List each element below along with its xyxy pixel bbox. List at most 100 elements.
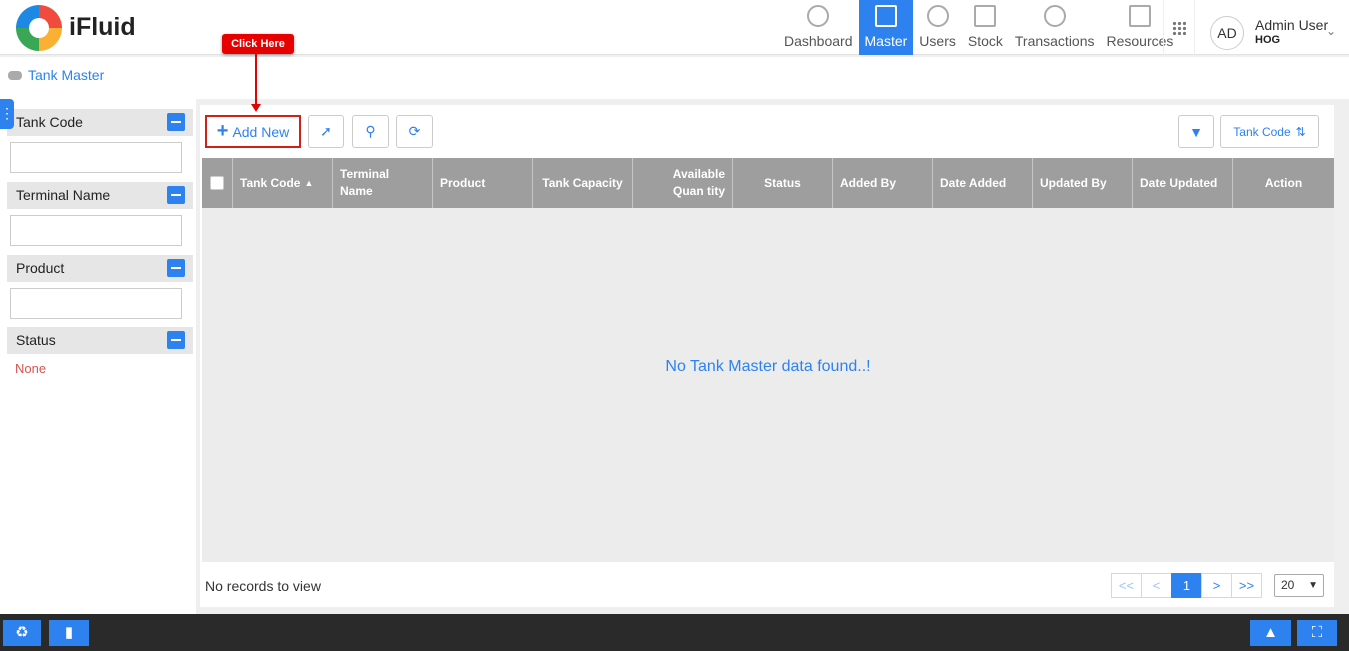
bookmark-button[interactable]: ▮ (49, 620, 89, 646)
breadcrumb-bar: Tank Master (0, 57, 1349, 99)
col-available-quantity[interactable]: Available Quan tity (633, 158, 733, 208)
collapse-icon[interactable] (167, 331, 185, 349)
col-tank-capacity[interactable]: Tank Capacity (533, 158, 633, 208)
recycle-icon: ♻ (15, 624, 29, 641)
sidebar-toggle-icon[interactable]: ⋮ (0, 99, 14, 129)
filter-label: Terminal Name (16, 187, 111, 203)
bottom-bar: ♻ ▮ ▲ ⛶ (0, 614, 1349, 651)
funnel-icon: ▼ (1189, 123, 1203, 140)
col-date-added[interactable]: Date Added (933, 158, 1033, 208)
column-header: Added By (840, 175, 897, 190)
recycle-button[interactable]: ♻ (3, 620, 41, 646)
col-tank-code[interactable]: Tank Code ▲ (233, 158, 333, 208)
nav-users[interactable]: Users (913, 0, 962, 55)
tank-code-input[interactable] (10, 142, 182, 173)
col-product[interactable]: Product (433, 158, 533, 208)
page-1-button[interactable]: 1 (1171, 573, 1202, 598)
filter-status: Status None (7, 327, 193, 376)
add-new-button[interactable]: + Add New (205, 115, 301, 148)
col-action: Action (1233, 158, 1334, 208)
fullscreen-icon: ⛶ (1311, 624, 1323, 641)
col-date-updated[interactable]: Date Updated (1133, 158, 1233, 208)
main-nav: Dashboard Master Users Stock Transaction… (778, 0, 1179, 55)
column-header: Updated By (1040, 175, 1107, 190)
arrow-head-icon (251, 104, 261, 112)
app-grid-button[interactable] (1163, 0, 1195, 55)
next-page-button[interactable]: > (1201, 573, 1232, 598)
ifluid-logo-icon (16, 5, 62, 51)
filter-product: Product (7, 255, 193, 319)
collapse-icon[interactable] (167, 186, 185, 204)
first-page-button[interactable]: << (1111, 573, 1142, 598)
sort-icon: ▲ (304, 177, 314, 188)
collapse-icon[interactable] (167, 259, 185, 277)
product-input[interactable] (10, 288, 182, 319)
column-header: Date Updated (1140, 175, 1218, 190)
resources-icon (1128, 5, 1151, 27)
brand-name: iFluid (69, 13, 136, 41)
column-header: Tank Code (240, 175, 301, 190)
top-navbar: iFluid Dashboard Master Users Stock Tran… (0, 0, 1349, 55)
nav-master-label: Master (864, 33, 908, 49)
sort-button[interactable]: Tank Code ⇅ (1220, 115, 1319, 148)
column-header: Available Quan tity (672, 167, 725, 198)
prev-page-button[interactable]: < (1141, 573, 1172, 598)
avatar[interactable]: AD (1210, 16, 1244, 50)
breadcrumb: Tank Master (8, 67, 104, 83)
dashboard-icon (807, 5, 830, 27)
export-icon: ➚ (320, 123, 332, 139)
filter-terminal-name: Terminal Name (7, 182, 193, 246)
nav-stock-label: Stock (967, 33, 1003, 49)
user-name[interactable]: Admin User (1255, 17, 1328, 33)
nav-dashboard-label: Dashboard (784, 33, 853, 49)
transactions-icon (1043, 5, 1066, 27)
fire-icon: ▲ (1263, 624, 1278, 641)
collapse-icon[interactable] (167, 113, 185, 131)
fullscreen-button[interactable]: ⛶ (1297, 620, 1337, 646)
search-icon: ⚲ (365, 123, 376, 139)
terminal-name-input[interactable] (10, 215, 182, 246)
plus-icon: + (216, 120, 229, 142)
nav-transactions[interactable]: Transactions (1009, 0, 1101, 55)
refresh-button[interactable]: ⟳ (396, 115, 433, 148)
col-status[interactable]: Status (733, 158, 833, 208)
pagination: << < 1 > >> (1111, 573, 1262, 598)
col-updated-by[interactable]: Updated By (1033, 158, 1133, 208)
select-all-checkbox[interactable] (210, 176, 224, 190)
filter-label: Status (16, 332, 56, 348)
bookmark-icon: ▮ (64, 624, 74, 641)
stock-icon (974, 5, 997, 27)
nav-stock[interactable]: Stock (962, 0, 1009, 55)
sort-ascending-icon: ⇅ (1295, 124, 1306, 139)
nav-dashboard[interactable]: Dashboard (778, 0, 859, 55)
status-none-option[interactable]: None (15, 361, 193, 376)
click-here-callout: Click Here (222, 34, 294, 54)
last-page-button[interactable]: >> (1231, 573, 1262, 598)
nav-users-label: Users (919, 33, 956, 49)
nav-master[interactable]: Master (858, 0, 914, 55)
col-terminal-name[interactable]: Terminal Name (333, 158, 433, 208)
column-header: Status (764, 175, 801, 190)
nav-transactions-label: Transactions (1014, 33, 1095, 49)
page-size-value: 20 (1281, 578, 1295, 592)
callout-arrow (255, 54, 257, 106)
export-button[interactable]: ➚ (308, 115, 344, 148)
fire-button[interactable]: ▲ (1250, 620, 1291, 646)
search-button[interactable]: ⚲ (352, 115, 389, 148)
chevron-down-icon[interactable]: ⌄ (1326, 24, 1336, 38)
column-header: Action (1264, 175, 1303, 190)
master-icon (874, 5, 897, 27)
user-role: HOG (1255, 34, 1281, 46)
select-all-cell (202, 158, 233, 208)
chevron-down-icon: ▼ (1308, 580, 1318, 591)
grid-icon (1172, 20, 1186, 35)
breadcrumb-label[interactable]: Tank Master (28, 67, 104, 83)
filter-button[interactable]: ▼ (1178, 115, 1214, 148)
grid-header: Tank Code ▲ Terminal Name Product Tank Ca… (202, 158, 1334, 208)
page-size-select[interactable]: 20 ▼ (1274, 574, 1324, 597)
column-header: Date Added (940, 175, 1007, 190)
empty-message: No Tank Master data found..! (665, 358, 871, 375)
add-new-label: Add New (232, 123, 290, 140)
col-added-by[interactable]: Added By (833, 158, 933, 208)
filter-header: Status (7, 327, 193, 354)
